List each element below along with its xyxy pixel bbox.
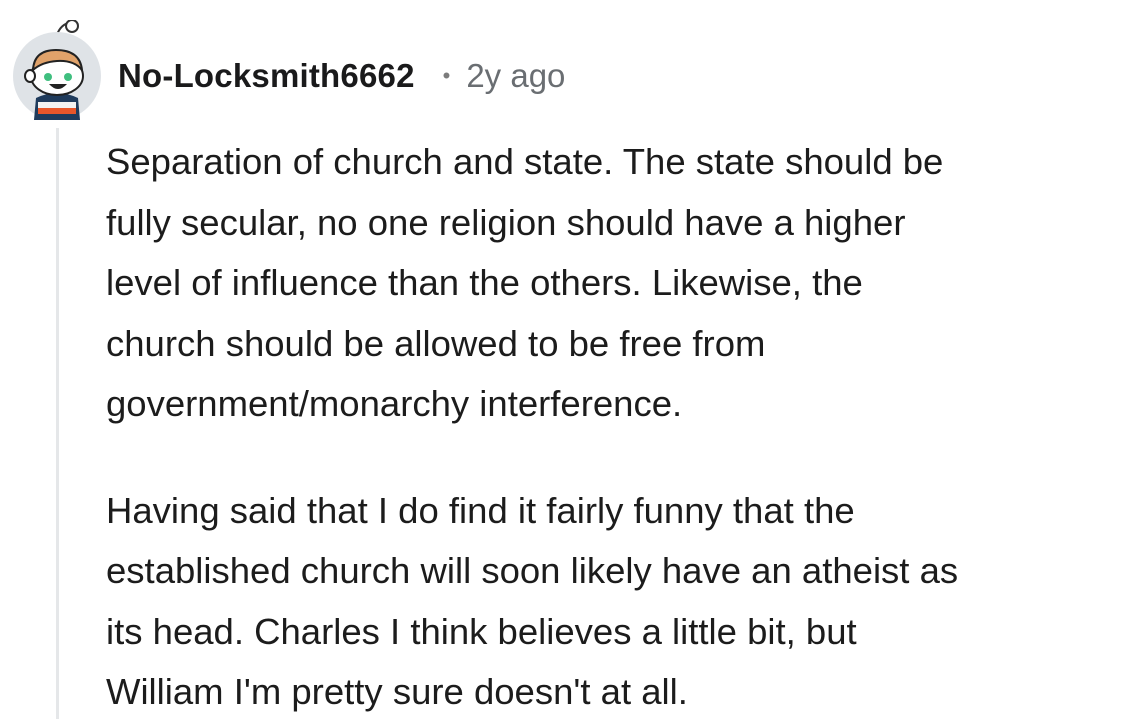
comment-paragraph: Separation of church and state. The stat… [106,132,1136,435]
thread-line[interactable] [56,128,59,719]
user-avatar[interactable] [12,19,102,120]
timestamp[interactable]: 2y ago [466,57,565,95]
comment-line: established church will soon likely have… [106,550,959,591]
comment-line: Having said that I do find it fairly fun… [106,489,855,531]
username-link[interactable]: No-Locksmith6662 [118,57,415,95]
comment-body: Separation of church and state. The stat… [106,132,1136,723]
comment-line: its head. Charles I think believes a lit… [106,610,857,652]
comment-line: level of influence than the others. Like… [106,262,863,303]
snoo-avatar-icon [13,19,101,120]
comment-line: church should be allowed to be free from [106,322,766,364]
comment: No-Locksmith6662 • 2y ago Separation of … [0,0,1147,719]
comment-line: Separation of church and state. The stat… [106,141,944,182]
meta-separator: • [442,63,451,88]
comment-line: William I'm pretty sure doesn't at all. [106,671,688,712]
comment-line: government/monarchy interference. [106,383,683,424]
comment-header: No-Locksmith6662 • 2y ago [118,54,565,98]
comment-paragraph: Having said that I do find it fairly fun… [106,481,1136,723]
comment-line: fully secular, no one religion should ha… [106,201,906,243]
